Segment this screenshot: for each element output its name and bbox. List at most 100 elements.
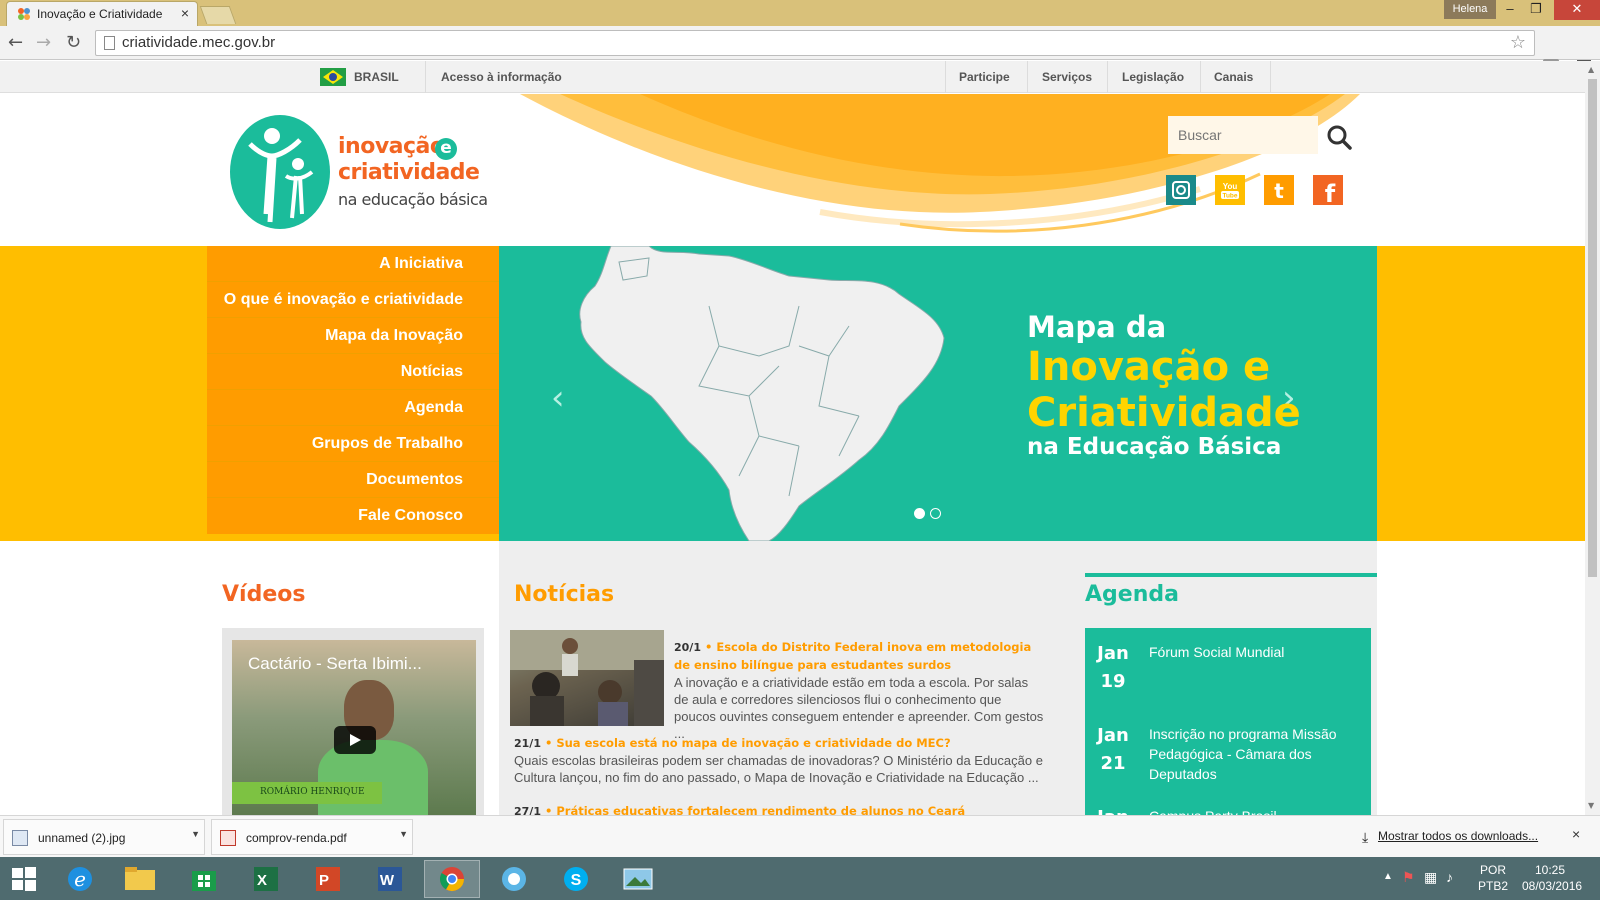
videos-title: Vídeos xyxy=(222,582,306,607)
browser-tab[interactable]: Inovação e Criatividade × xyxy=(6,1,198,26)
search-icon[interactable] xyxy=(1326,124,1352,150)
menu-item-a-iniciativa[interactable]: A Iniciativa xyxy=(207,246,499,282)
menu-item-agenda[interactable]: Agenda xyxy=(207,390,499,426)
profile-badge[interactable]: Helena xyxy=(1444,0,1496,19)
search-box xyxy=(1168,116,1318,154)
play-icon[interactable] xyxy=(334,726,376,754)
downloads-close-button[interactable]: × xyxy=(1572,826,1580,842)
forward-arrow-icon[interactable]: → xyxy=(36,32,51,53)
agenda-month: Jan xyxy=(1097,643,1129,664)
hero-slider[interactable]: ‹ › Mapa da Inovação e Criatividade na E… xyxy=(499,246,1377,541)
logo-text-subtitle: na educação básica xyxy=(338,190,488,209)
network-icon[interactable]: ▦ xyxy=(1424,869,1437,886)
back-arrow-icon[interactable]: ← xyxy=(8,32,23,53)
clock-time[interactable]: 10:25 xyxy=(1535,863,1565,877)
search-input[interactable] xyxy=(1168,116,1308,154)
slider-title-line2a: Inovação e xyxy=(1027,344,1271,390)
gov-link-legislacao[interactable]: Legislação xyxy=(1122,70,1184,84)
new-tab-button[interactable] xyxy=(199,6,237,24)
download-item[interactable]: comprov-renda.pdf ▼ xyxy=(211,819,413,855)
svg-text:S: S xyxy=(571,872,582,889)
agenda-title: Agenda xyxy=(1085,582,1179,607)
scroll-up-arrow-icon[interactable]: ▲ xyxy=(1588,65,1594,74)
tray-flag-icon[interactable]: ⚑ xyxy=(1402,869,1415,886)
chevron-down-icon[interactable]: ▼ xyxy=(191,829,200,839)
keyboard-layout[interactable]: PTB2 xyxy=(1478,879,1508,893)
url-text[interactable]: criatividade.mec.gov.br xyxy=(122,34,275,51)
restore-button[interactable]: ❐ xyxy=(1522,0,1550,20)
menu-item-grupos[interactable]: Grupos de Trabalho xyxy=(207,426,499,462)
tray-expand-icon[interactable]: ▲ xyxy=(1383,871,1393,882)
slider-prev-arrow-icon[interactable]: ‹ xyxy=(551,378,565,418)
news-title: Notícias xyxy=(514,582,615,607)
volume-icon[interactable]: ♪ xyxy=(1446,869,1453,885)
svg-text:Tube: Tube xyxy=(1222,193,1237,200)
downloads-bar: unnamed (2).jpg ▼ comprov-renda.pdf ▼ ⤓ … xyxy=(0,815,1600,857)
site-header: inovação e criatividade na educação bási… xyxy=(0,94,1585,246)
address-bar[interactable]: criatividade.mec.gov.br ☆ xyxy=(95,30,1535,56)
video-player[interactable]: ROMÁRIO HENRIQUE Cactário - Serta Ibimi.… xyxy=(232,640,476,815)
site-logo-icon[interactable] xyxy=(230,114,334,230)
chevron-down-icon[interactable]: ▼ xyxy=(399,829,408,839)
agenda-text[interactable]: Fórum Social Mundial xyxy=(1149,642,1364,662)
facebook-icon[interactable]: f xyxy=(1313,175,1343,205)
menu-item-noticias[interactable]: Notícias xyxy=(207,354,499,390)
agenda-top-rule xyxy=(1085,573,1377,577)
scroll-thumb[interactable] xyxy=(1588,79,1597,577)
slider-dot-2[interactable] xyxy=(930,508,941,519)
video-title[interactable]: Cactário - Serta Ibimi... xyxy=(248,654,422,674)
download-item[interactable]: unnamed (2).jpg ▼ xyxy=(3,819,205,855)
reload-icon[interactable]: ↻ xyxy=(66,32,81,53)
show-all-downloads-link[interactable]: Mostrar todos os downloads... xyxy=(1378,829,1538,843)
brazil-flag-icon xyxy=(320,68,346,86)
minimize-button[interactable]: – xyxy=(1496,0,1524,20)
chrome-icon[interactable] xyxy=(424,860,480,898)
windows-start-icon[interactable] xyxy=(0,860,48,898)
word-icon[interactable]: W xyxy=(362,860,418,898)
gov-brasil-link[interactable]: BRASIL xyxy=(354,70,399,84)
menu-item-o-que-e[interactable]: O que é inovação e criatividade xyxy=(207,282,499,318)
news-headline[interactable]: • Escola do Distrito Federal inova em me… xyxy=(674,640,1031,672)
close-window-button[interactable]: ✕ xyxy=(1554,0,1600,20)
bookmark-star-icon[interactable]: ☆ xyxy=(1510,32,1526,53)
app-icon[interactable] xyxy=(486,860,542,898)
file-explorer-icon[interactable] xyxy=(112,860,168,898)
svg-text:t: t xyxy=(1274,179,1284,203)
menu-item-documentos[interactable]: Documentos xyxy=(207,462,499,498)
internet-explorer-icon[interactable]: e xyxy=(52,860,108,898)
tab-close-button[interactable]: × xyxy=(181,5,189,21)
news-headline[interactable]: • Sua escola está no mapa de inovação e … xyxy=(541,736,951,750)
photos-icon[interactable] xyxy=(610,860,666,898)
slider-title-line1: Mapa da xyxy=(1027,310,1167,344)
instagram-icon[interactable] xyxy=(1166,175,1196,205)
gov-link-servicos[interactable]: Serviços xyxy=(1042,70,1092,84)
gov-link-canais[interactable]: Canais xyxy=(1214,70,1253,84)
logo-text-criatividade: criatividade xyxy=(338,160,480,185)
access-info-link[interactable]: Acesso à informação xyxy=(441,70,562,84)
news-item-2[interactable]: 21/1 • Sua escola está no mapa de inovaç… xyxy=(514,734,1046,786)
download-filename: comprov-renda.pdf xyxy=(246,831,347,845)
news-item-1[interactable]: 20/1 • Escola do Distrito Federal inova … xyxy=(674,638,1046,742)
menu-item-fale-conosco[interactable]: Fale Conosco xyxy=(207,498,499,534)
browser-titlebar: Inovação e Criatividade × Helena – ❐ ✕ xyxy=(0,0,1600,26)
agenda-day: 19 xyxy=(1100,671,1126,692)
slider-dot-1[interactable] xyxy=(914,508,925,519)
youtube-icon[interactable]: You Tube xyxy=(1215,175,1245,205)
store-icon[interactable] xyxy=(176,860,232,898)
scroll-down-arrow-icon[interactable]: ▼ xyxy=(1588,801,1594,810)
input-language[interactable]: POR xyxy=(1480,863,1506,877)
image-file-icon xyxy=(12,830,28,846)
twitter-icon[interactable]: t xyxy=(1264,175,1294,205)
gov-link-participe[interactable]: Participe xyxy=(959,70,1010,84)
clock-date[interactable]: 08/03/2016 xyxy=(1522,879,1582,893)
powerpoint-icon[interactable]: P xyxy=(300,860,356,898)
agenda-month: Jan xyxy=(1097,725,1129,746)
excel-icon[interactable]: X xyxy=(238,860,294,898)
joomla-favicon-icon xyxy=(18,8,30,20)
news-thumbnail-image[interactable] xyxy=(510,630,664,726)
skype-icon[interactable]: S xyxy=(548,860,604,898)
page-scrollbar[interactable]: ▲ ▼ xyxy=(1585,61,1600,815)
logo-text-inovacao: inovação xyxy=(338,134,445,159)
menu-item-mapa[interactable]: Mapa da Inovação xyxy=(207,318,499,354)
agenda-text[interactable]: Inscrição no programa Missão Pedagógica … xyxy=(1149,724,1364,784)
